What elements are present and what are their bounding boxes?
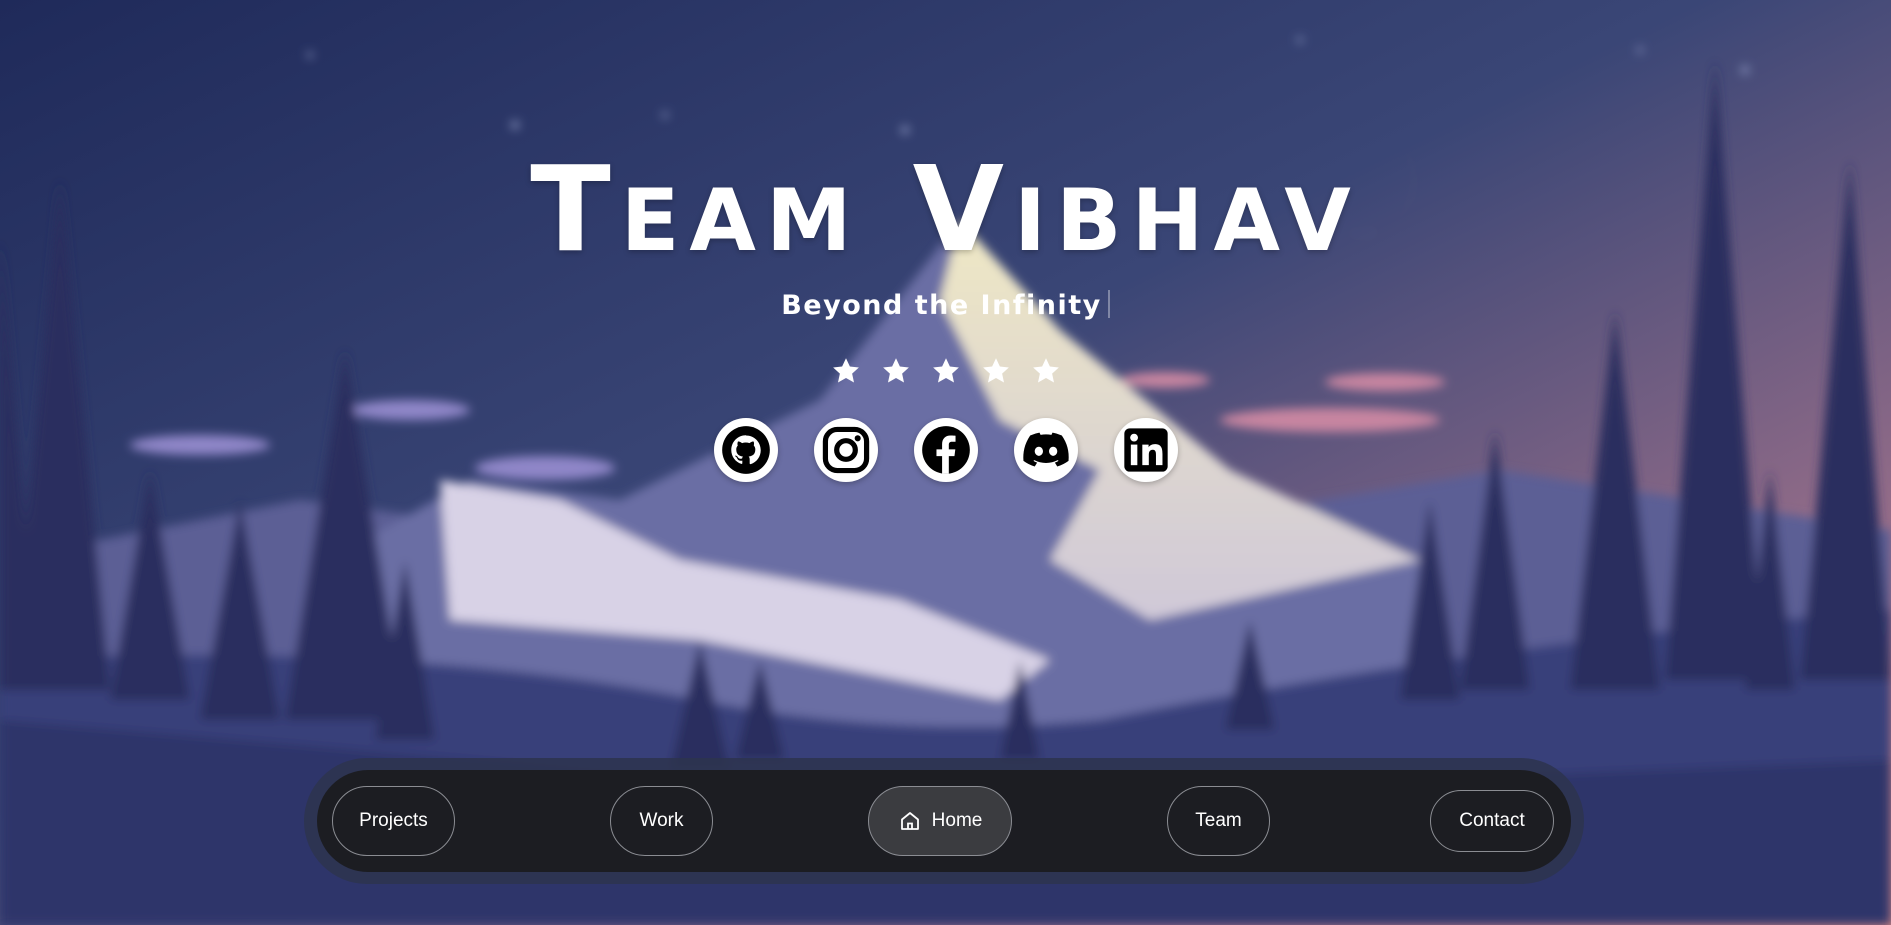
- nav-home-label: Home: [931, 810, 983, 831]
- discord-icon: [1022, 432, 1069, 467]
- linkedin-icon: [1123, 428, 1168, 472]
- nav-team-button[interactable]: Team: [1167, 786, 1270, 856]
- nav-work-button[interactable]: Work: [610, 786, 713, 856]
- page-title: TEAM VIBHAV: [530, 140, 1361, 278]
- tagline: Beyond the Infinity: [0, 290, 1891, 321]
- rating-stars: [0, 356, 1891, 386]
- nav-projects-button[interactable]: Projects: [332, 786, 455, 856]
- linkedin-link[interactable]: [1113, 418, 1178, 482]
- social-links: [0, 418, 1891, 482]
- github-icon: [721, 426, 770, 474]
- discord-link[interactable]: [1013, 418, 1078, 482]
- instagram-icon: [822, 426, 869, 474]
- bottom-nav: Projects Work Home Team Contact: [317, 770, 1571, 872]
- nav-home-button[interactable]: Home: [868, 786, 1012, 856]
- star-icon: [982, 358, 1009, 383]
- nav-contact-button[interactable]: Contact: [1430, 790, 1554, 852]
- typing-caret: [1107, 290, 1110, 318]
- home-icon: [900, 812, 919, 830]
- star-icon: [832, 358, 859, 383]
- nav-contact-label: Contact: [1459, 810, 1525, 831]
- github-link[interactable]: [713, 418, 778, 482]
- nav-work-label: Work: [639, 810, 684, 831]
- facebook-icon: [921, 426, 970, 474]
- tagline-text: Beyond the Infinity: [781, 290, 1102, 321]
- star-icon: [1032, 358, 1059, 383]
- star-icon: [932, 358, 959, 383]
- star-icon: [882, 358, 909, 383]
- nav-team-label: Team: [1195, 810, 1242, 831]
- facebook-link[interactable]: [913, 418, 978, 482]
- instagram-link[interactable]: [813, 418, 878, 482]
- nav-projects-label: Projects: [359, 810, 428, 831]
